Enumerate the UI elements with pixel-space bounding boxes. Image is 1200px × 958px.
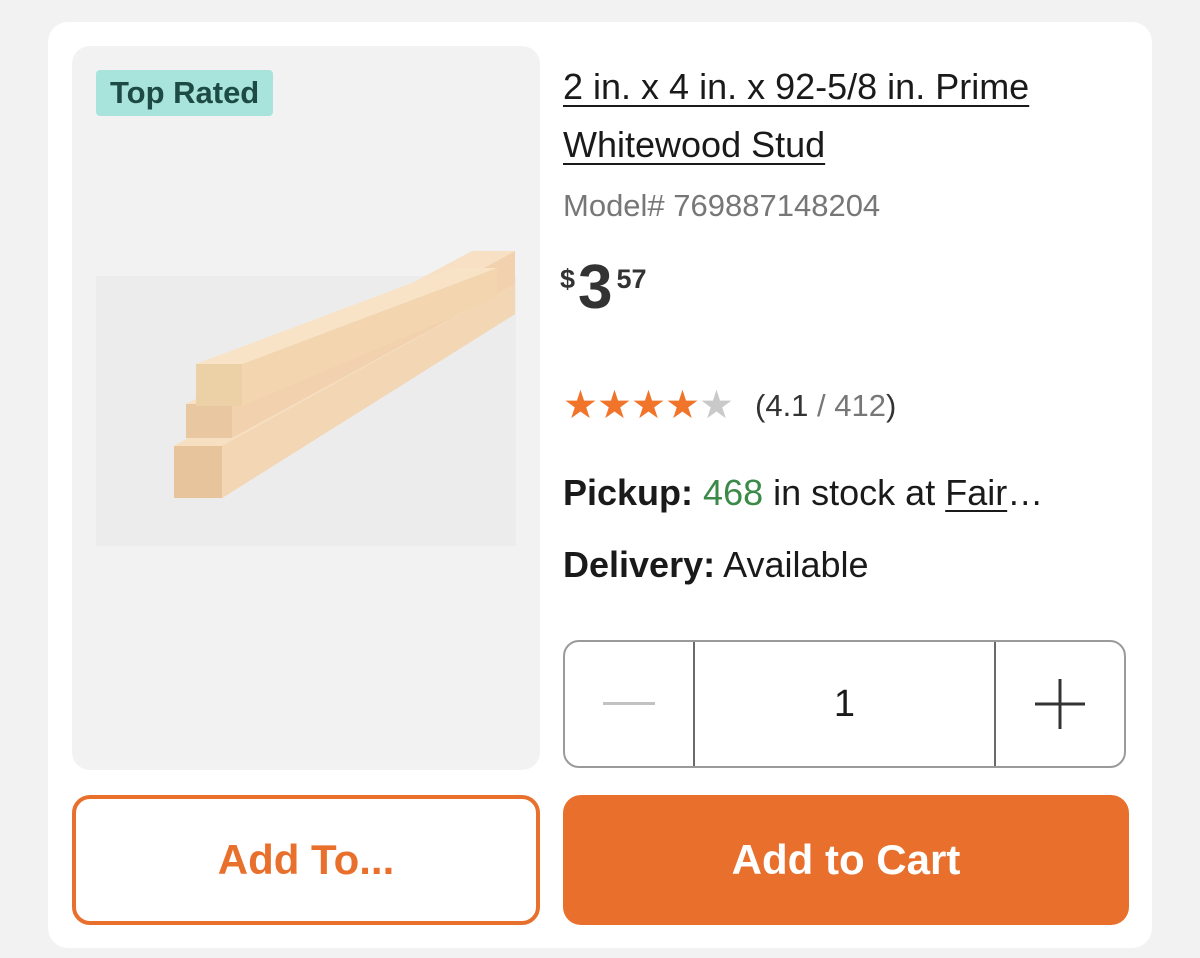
rating-summary: (4.1 / 412) xyxy=(755,388,897,423)
star-rating: ★ ★ ★ ★ ★ xyxy=(563,384,734,427)
add-to-cart-button[interactable]: Add to Cart xyxy=(563,795,1129,925)
plus-icon xyxy=(1035,679,1085,729)
pickup-info: Pickup: 468 in stock at Fair… xyxy=(563,472,1044,513)
pickup-label: Pickup: xyxy=(563,472,694,513)
price: $ 3 57 xyxy=(560,250,647,326)
review-count: 412 xyxy=(834,388,887,423)
star-empty-icon: ★ xyxy=(699,384,734,427)
delivery-label: Delivery: xyxy=(563,544,716,585)
minus-icon xyxy=(603,702,655,705)
quantity-stepper: 1 xyxy=(563,640,1126,768)
rating-value: 4.1 xyxy=(765,388,809,423)
model-number: Model# 769887148204 xyxy=(563,188,881,223)
stock-quantity: 468 xyxy=(703,472,764,513)
rating[interactable]: ★ ★ ★ ★ ★ (4.1 / 412) xyxy=(563,386,896,426)
price-currency: $ xyxy=(560,264,576,294)
star-icon: ★ xyxy=(631,384,666,427)
decrease-quantity-button[interactable] xyxy=(565,642,695,766)
quantity-input[interactable]: 1 xyxy=(695,642,994,766)
star-icon: ★ xyxy=(563,384,598,427)
star-icon: ★ xyxy=(597,384,632,427)
delivery-status: Available xyxy=(723,544,869,585)
price-cents: 57 xyxy=(616,264,647,294)
add-to-list-button[interactable]: Add To... xyxy=(72,795,540,925)
top-rated-badge: Top Rated xyxy=(96,70,274,116)
store-link[interactable]: Fair xyxy=(945,472,1007,513)
product-image xyxy=(96,251,516,546)
delivery-info: Delivery: Available xyxy=(563,544,869,586)
increase-quantity-button[interactable] xyxy=(994,642,1124,766)
product-image-container[interactable]: Top Rated xyxy=(72,46,540,770)
star-icon: ★ xyxy=(665,384,700,427)
price-dollars: 3 xyxy=(578,253,613,322)
product-title-link[interactable]: 2 in. x 4 in. x 92-5/8 in. Prime Whitewo… xyxy=(563,58,1133,174)
